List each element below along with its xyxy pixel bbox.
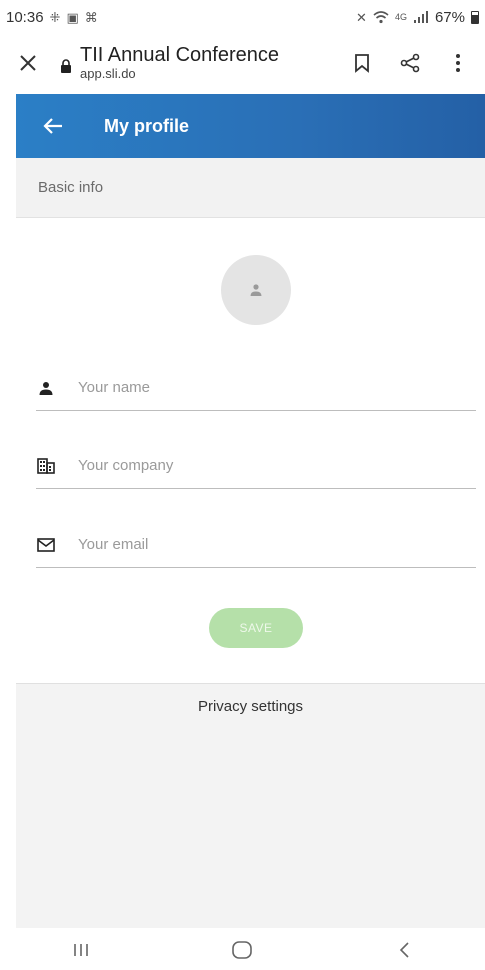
name-field xyxy=(36,365,476,411)
network-type-label: 4G xyxy=(394,11,407,22)
sync-notification-icon: ⌘ xyxy=(84,9,98,25)
privacy-settings-panel: Privacy settings xyxy=(16,683,485,928)
privacy-settings-title[interactable]: Privacy settings xyxy=(16,698,485,715)
browser-title-block[interactable]: TII Annual Conference app.sli.do xyxy=(80,44,351,81)
more-options-button[interactable] xyxy=(447,52,469,74)
bookmark-icon xyxy=(355,54,369,73)
system-navigation-bar xyxy=(0,930,485,970)
back-arrow-icon[interactable] xyxy=(42,115,64,137)
browser-actions xyxy=(351,52,469,74)
status-bar: 10:36 ⁜ ▣ ⌘ ✕ 4G 67% xyxy=(0,0,485,34)
page-title: My profile xyxy=(104,115,190,136)
avatar[interactable] xyxy=(221,255,291,325)
share-button[interactable] xyxy=(399,52,421,74)
email-input[interactable] xyxy=(78,536,418,553)
grid-notification-icon: ⁜ xyxy=(49,9,61,25)
save-button[interactable]: SAVE xyxy=(209,608,303,648)
bookmark-button[interactable] xyxy=(351,52,373,74)
more-vertical-icon xyxy=(456,54,460,72)
close-icon xyxy=(20,55,36,71)
lock-icon xyxy=(61,59,71,73)
back-chevron-icon xyxy=(400,942,409,958)
status-left: 10:36 ⁜ ▣ ⌘ xyxy=(6,9,98,26)
section-header-basic-info: Basic info xyxy=(16,158,485,218)
home-icon xyxy=(232,941,253,959)
building-icon xyxy=(36,456,56,476)
close-tab-button[interactable] xyxy=(16,51,40,75)
browser-domain: app.sli.do xyxy=(80,66,136,82)
person-field-icon xyxy=(36,378,56,398)
share-icon xyxy=(400,53,420,73)
mute-icon: ✕ xyxy=(356,9,367,25)
recent-apps-button[interactable] xyxy=(66,938,96,962)
wifi-icon xyxy=(373,11,389,24)
company-input[interactable] xyxy=(78,457,418,474)
browser-toolbar: TII Annual Conference app.sli.do xyxy=(0,34,485,92)
home-button[interactable] xyxy=(227,938,257,962)
back-button[interactable] xyxy=(389,938,419,962)
image-notification-icon: ▣ xyxy=(66,9,79,25)
battery-percent: 67% xyxy=(434,8,465,26)
recent-apps-icon xyxy=(74,944,88,956)
mail-icon xyxy=(36,535,56,555)
company-field xyxy=(36,443,476,489)
signal-icon xyxy=(413,11,428,23)
app-header: My profile xyxy=(16,94,485,158)
name-input[interactable] xyxy=(78,379,418,396)
email-field xyxy=(36,522,476,568)
person-icon xyxy=(250,284,262,296)
battery-icon xyxy=(471,10,479,24)
status-time: 10:36 xyxy=(6,8,44,26)
section-title: Basic info xyxy=(38,179,104,196)
browser-page-title: TII Annual Conference xyxy=(80,44,280,67)
status-right: ✕ 4G 67% xyxy=(356,9,479,26)
